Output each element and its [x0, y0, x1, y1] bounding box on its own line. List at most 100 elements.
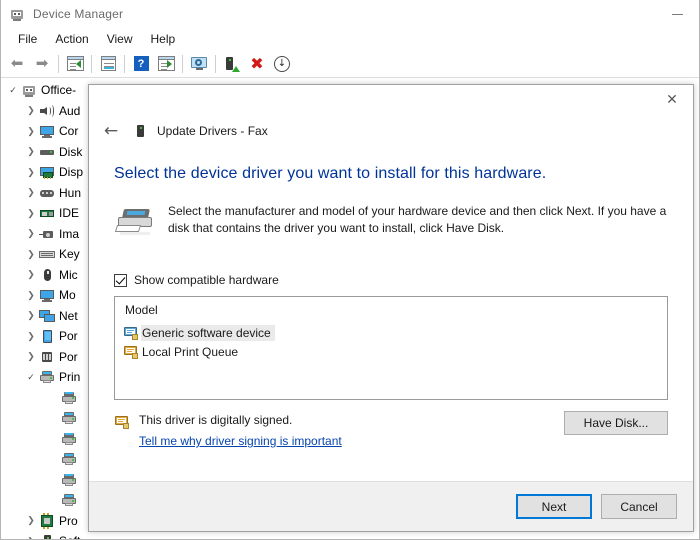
computer-node-icon	[21, 82, 37, 98]
dialog-heading: Select the device driver you want to ins…	[114, 165, 668, 183]
tree-item-label: Key	[59, 247, 80, 261]
chevron-down-icon[interactable]: ✓	[23, 369, 39, 385]
printer-icon	[61, 410, 77, 426]
monitor-icon	[39, 287, 55, 303]
forward-icon[interactable]: ➡	[30, 52, 54, 76]
window-controls	[655, 0, 699, 28]
tree-item-software-devices[interactable]: ❯ Soft	[1, 531, 251, 539]
tree-item-label: Pro	[59, 514, 78, 528]
dialog-footer: Next Cancel	[89, 481, 693, 531]
device-amber-icon	[123, 344, 139, 360]
dialog-title: Update Drivers - Fax	[157, 124, 268, 138]
tree-item-label: Mo	[59, 288, 76, 302]
chevron-right-icon[interactable]: ❯	[23, 267, 39, 283]
software-device-icon	[132, 123, 148, 139]
toolbar-separator	[91, 55, 92, 73]
menu-help[interactable]: Help	[142, 30, 185, 48]
menubar: File Action View Help	[1, 28, 699, 50]
tree-item-label: Hun	[59, 186, 81, 200]
toolbar: ⬅ ➡ ? ✖ ↓	[1, 50, 699, 78]
dialog-description: Select the manufacturer and model of you…	[168, 203, 668, 237]
device-blue-icon	[123, 325, 139, 341]
tree-item-label: Por	[59, 350, 78, 364]
chevron-right-icon[interactable]: ❯	[23, 533, 39, 539]
chevron-right-icon[interactable]: ❯	[23, 185, 39, 201]
uninstall-device-icon[interactable]: ✖	[245, 52, 269, 76]
dialog-description-row: Select the manufacturer and model of you…	[114, 203, 668, 245]
toolbar-separator	[124, 55, 125, 73]
audio-icon	[39, 103, 55, 119]
have-disk-button[interactable]: Have Disk...	[564, 411, 668, 435]
portable-device-icon	[39, 328, 55, 344]
keyboard-icon	[39, 246, 55, 262]
list-item[interactable]: Generic software device	[115, 323, 667, 342]
menu-file[interactable]: File	[9, 30, 46, 48]
printer-icon	[61, 390, 77, 406]
printer-illustration-icon	[114, 205, 158, 245]
show-hide-action-pane-icon[interactable]	[154, 52, 178, 76]
checkbox-checked-icon[interactable]	[114, 274, 127, 287]
help-icon[interactable]: ?	[129, 52, 153, 76]
chevron-right-icon[interactable]: ❯	[23, 328, 39, 344]
tree-item-label: Soft	[59, 534, 80, 539]
tree-item-label: Office-	[41, 83, 76, 97]
computer-icon	[39, 123, 55, 139]
chevron-right-icon[interactable]: ❯	[23, 205, 39, 221]
properties-icon[interactable]	[96, 52, 120, 76]
tree-item-label: Disk	[59, 145, 82, 159]
chevron-right-icon[interactable]: ❯	[23, 349, 39, 365]
model-listbox[interactable]: Model Generic software device Local Prin…	[114, 296, 668, 400]
list-item-label: Generic software device	[141, 325, 275, 341]
dialog-content: Select the device driver you want to ins…	[89, 147, 693, 481]
network-adapter-icon	[39, 308, 55, 324]
window-title: Device Manager	[33, 7, 123, 21]
chevron-right-icon[interactable]: ❯	[23, 164, 39, 180]
ide-controller-icon	[39, 205, 55, 221]
show-hide-console-tree-icon[interactable]	[63, 52, 87, 76]
list-item[interactable]: Local Print Queue	[115, 342, 667, 361]
update-driver-icon[interactable]	[220, 52, 244, 76]
driver-signed-status: This driver is digitally signed.	[139, 413, 342, 427]
tree-item-label: Net	[59, 309, 78, 323]
human-interface-device-icon	[39, 185, 55, 201]
tree-item-label: Cor	[59, 124, 78, 138]
chevron-right-icon[interactable]: ❯	[23, 226, 39, 242]
menu-action[interactable]: Action	[46, 30, 97, 48]
minimize-button[interactable]	[655, 0, 699, 28]
printer-icon	[61, 472, 77, 488]
tree-item-label: Aud	[59, 104, 80, 118]
chevron-right-icon[interactable]: ❯	[23, 103, 39, 119]
next-button[interactable]: Next	[516, 494, 592, 519]
driver-signing-row: This driver is digitally signed. Tell me…	[114, 413, 668, 450]
menu-view[interactable]: View	[98, 30, 142, 48]
toolbar-separator	[58, 55, 59, 73]
printer-icon	[61, 492, 77, 508]
toolbar-separator	[215, 55, 216, 73]
chevron-right-icon[interactable]: ❯	[23, 513, 39, 529]
cancel-button[interactable]: Cancel	[601, 494, 677, 519]
chevron-right-icon[interactable]: ❯	[23, 287, 39, 303]
disable-device-icon[interactable]: ↓	[270, 52, 294, 76]
show-compatible-hardware-label: Show compatible hardware	[134, 273, 279, 287]
chevron-right-icon[interactable]: ❯	[23, 144, 39, 160]
chevron-right-icon[interactable]: ❯	[23, 308, 39, 324]
show-compatible-hardware-checkbox[interactable]: Show compatible hardware	[114, 273, 668, 287]
dialog-titlebar: ✕	[89, 85, 693, 115]
tree-item-label: Prin	[59, 370, 80, 384]
chevron-down-icon[interactable]: ✓	[5, 82, 21, 98]
driver-signing-link[interactable]: Tell me why driver signing is important	[139, 434, 342, 448]
close-icon[interactable]: ✕	[651, 85, 693, 114]
tree-item-label: IDE	[59, 206, 79, 220]
mouse-icon	[39, 267, 55, 283]
back-icon[interactable]: ⬅	[5, 52, 29, 76]
chevron-right-icon[interactable]: ❯	[23, 123, 39, 139]
chevron-right-icon[interactable]: ❯	[23, 246, 39, 262]
printer-icon	[61, 451, 77, 467]
printer-icon	[61, 431, 77, 447]
window-titlebar: Device Manager	[1, 0, 699, 28]
tree-item-label: Mic	[59, 268, 78, 282]
dialog-nav: ← Update Drivers - Fax	[89, 115, 693, 147]
update-drivers-dialog: ✕ ← Update Drivers - Fax Select the devi…	[88, 84, 694, 532]
scan-for-hardware-changes-icon[interactable]	[187, 52, 211, 76]
back-arrow-icon[interactable]: ←	[99, 119, 123, 143]
